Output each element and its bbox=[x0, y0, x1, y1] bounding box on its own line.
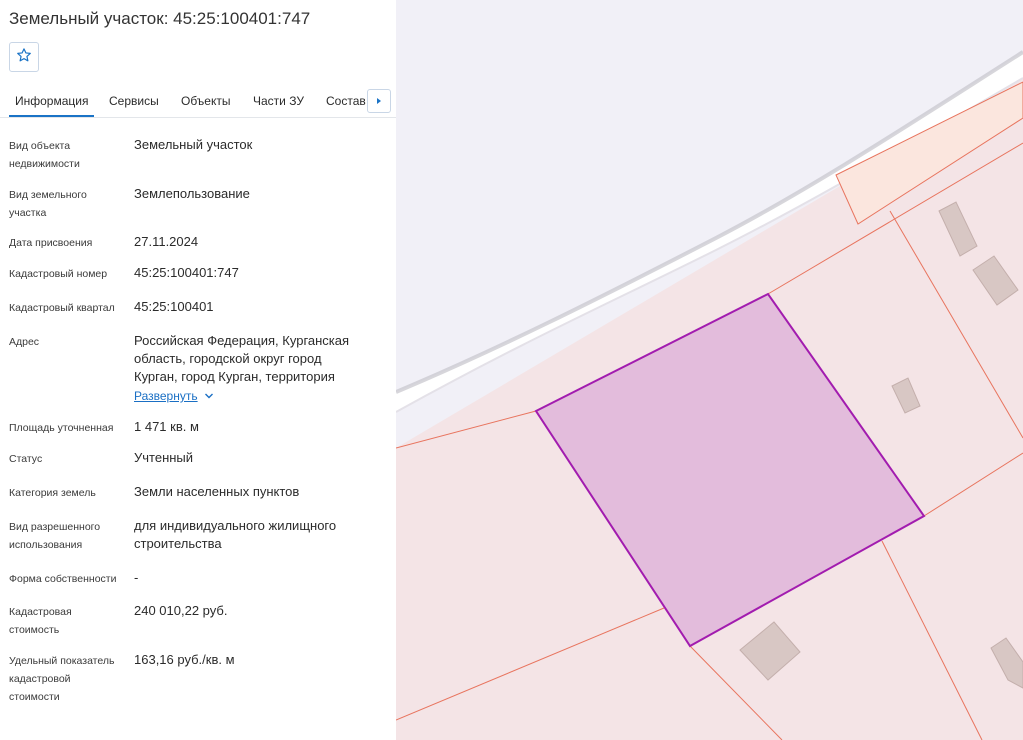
specific-value-value: 163,16 руб./кв. м bbox=[134, 652, 235, 667]
expand-link-label: Развернуть bbox=[134, 389, 198, 403]
status-label: Статус bbox=[9, 453, 43, 465]
map-canvas bbox=[396, 0, 1023, 740]
cad-value-label: Кадастровая стоимость bbox=[9, 606, 72, 636]
page-title: Земельный участок: 45:25:100401:747 bbox=[9, 9, 311, 28]
permitted-use-label: Вид разрешенного использования bbox=[9, 521, 101, 551]
cad-number-label: Кадастровый номер bbox=[9, 268, 108, 280]
tab-services[interactable]: Сервисы bbox=[109, 86, 159, 117]
specific-value-label: Удельный показатель кадастровой стоимост… bbox=[9, 655, 115, 703]
favorite-button[interactable] bbox=[9, 42, 39, 72]
star-icon bbox=[16, 47, 32, 68]
address-label: Адрес bbox=[9, 336, 40, 348]
cad-value-value: 240 010,22 руб. bbox=[134, 603, 228, 618]
area-value: 1 471 кв. м bbox=[134, 419, 199, 434]
caret-right-icon bbox=[375, 92, 383, 110]
address-value: Российская Федерация, Курганская область… bbox=[134, 333, 350, 384]
permitted-use-value: для индивидуального жилищного строительс… bbox=[134, 518, 337, 551]
tab-parts[interactable]: Части ЗУ bbox=[253, 86, 304, 117]
land-type-value: Землепользование bbox=[134, 186, 250, 201]
tab-bar: Информация Сервисы Объекты Части ЗУ Сост… bbox=[0, 86, 396, 118]
chevron-down-icon bbox=[204, 389, 214, 403]
info-panel: Земельный участок: 45:25:100401:747 Инфо… bbox=[0, 0, 396, 740]
tabs-scroll-right-button[interactable] bbox=[367, 89, 391, 113]
ownership-label: Форма собственности bbox=[9, 573, 117, 585]
cad-quarter-label: Кадастровый квартал bbox=[9, 302, 115, 314]
category-value: Земли населенных пунктов bbox=[134, 484, 300, 499]
tab-composition[interactable]: Состав bbox=[326, 86, 366, 117]
date-label: Дата присвоения bbox=[9, 237, 93, 249]
cad-quarter-value: 45:25:100401 bbox=[134, 299, 214, 314]
object-type-value: Земельный участок bbox=[134, 137, 253, 152]
cad-number-value: 45:25:100401:747 bbox=[134, 265, 239, 280]
cadastral-map[interactable] bbox=[396, 0, 1023, 740]
expand-address-link[interactable]: Развернуть bbox=[134, 389, 214, 403]
date-value: 27.11.2024 bbox=[134, 234, 199, 249]
area-label: Площадь уточненная bbox=[9, 422, 114, 434]
object-type-label: Вид объекта недвижимости bbox=[9, 140, 80, 170]
land-type-label: Вид земельного участка bbox=[9, 189, 87, 219]
tab-info[interactable]: Информация bbox=[9, 86, 95, 117]
status-value: Учтенный bbox=[134, 450, 194, 465]
tab-objects[interactable]: Объекты bbox=[181, 86, 231, 117]
category-label: Категория земель bbox=[9, 487, 96, 499]
ownership-value: - bbox=[134, 570, 139, 585]
